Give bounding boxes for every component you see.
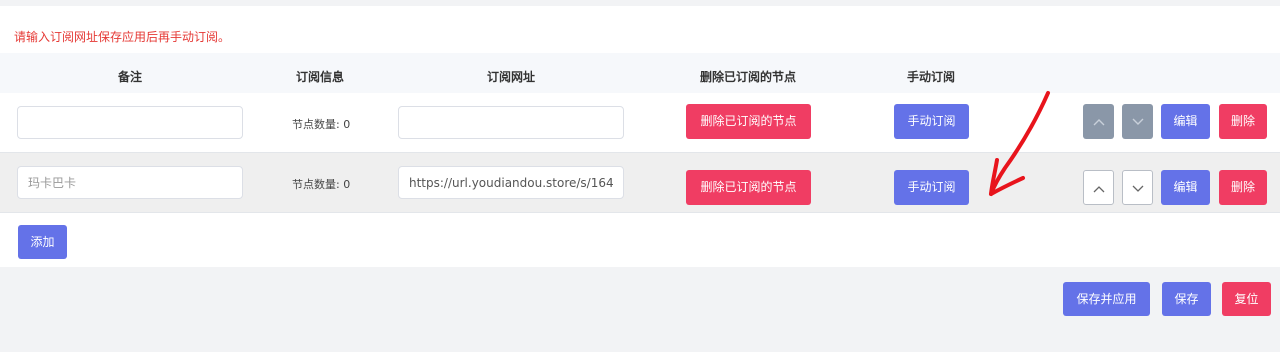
- manual-subscribe-button[interactable]: 手动订阅: [894, 170, 969, 205]
- node-count: 节点数量: 0: [292, 118, 351, 131]
- edit-button[interactable]: 编辑: [1161, 170, 1210, 205]
- save-apply-button[interactable]: 保存并应用: [1063, 282, 1150, 316]
- col-remark: 备注: [117, 70, 143, 84]
- edit-button[interactable]: 编辑: [1161, 104, 1210, 139]
- col-info: 订阅信息: [295, 70, 345, 84]
- url-input[interactable]: [398, 106, 624, 139]
- notice-text: 请输入订阅网址保存应用后再手动订阅。: [14, 30, 231, 44]
- delete-button[interactable]: 删除: [1219, 104, 1267, 139]
- col-manual: 手动订阅: [906, 70, 956, 84]
- col-url: 订阅网址: [486, 70, 536, 84]
- table-row: 节点数量: 0 删除已订阅的节点 手动订阅 编辑 删除: [0, 153, 1280, 213]
- remark-input[interactable]: [17, 106, 243, 139]
- chevron-up-icon: [1093, 118, 1104, 125]
- node-count: 节点数量: 0: [292, 178, 351, 191]
- manual-subscribe-button[interactable]: 手动订阅: [894, 104, 969, 139]
- delete-nodes-button[interactable]: 删除已订阅的节点: [686, 104, 811, 139]
- col-delete-nodes: 删除已订阅的节点: [699, 70, 797, 84]
- delete-nodes-button[interactable]: 删除已订阅的节点: [686, 170, 811, 205]
- chevron-up-icon: [1093, 185, 1104, 192]
- move-up-button[interactable]: [1083, 170, 1114, 205]
- annotation-arrow-icon: [989, 91, 1050, 196]
- move-up-button[interactable]: [1083, 104, 1114, 139]
- table-header: 备注 订阅信息 订阅网址 删除已订阅的节点 手动订阅: [0, 53, 1280, 98]
- chevron-down-icon: [1132, 185, 1143, 192]
- table-row: 节点数量: 0 删除已订阅的节点 手动订阅 编辑 删除: [0, 93, 1280, 153]
- move-down-button[interactable]: [1122, 170, 1153, 205]
- save-button[interactable]: 保存: [1162, 282, 1211, 316]
- remark-input[interactable]: [17, 166, 243, 199]
- url-input[interactable]: [398, 166, 624, 199]
- delete-button[interactable]: 删除: [1219, 170, 1267, 205]
- chevron-down-icon: [1132, 118, 1143, 125]
- add-button[interactable]: 添加: [18, 225, 67, 259]
- move-down-button[interactable]: [1122, 104, 1153, 139]
- reset-button[interactable]: 复位: [1222, 282, 1271, 316]
